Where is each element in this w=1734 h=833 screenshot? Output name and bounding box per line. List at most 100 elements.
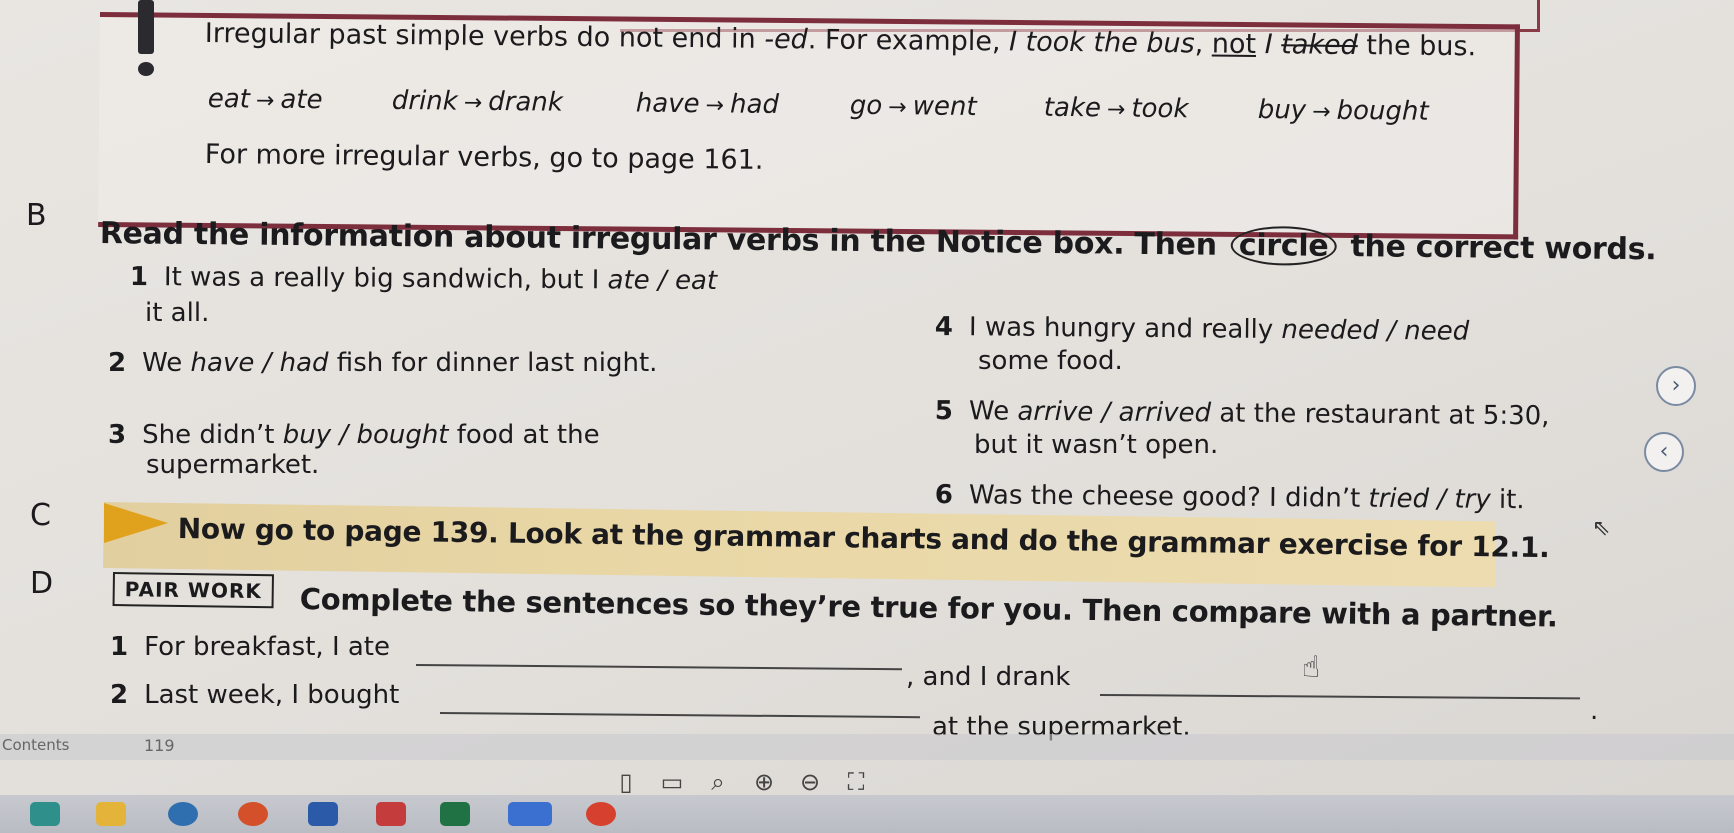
verb-base: eat bbox=[207, 84, 251, 115]
app-icon[interactable] bbox=[508, 802, 552, 826]
item-text-end: it. bbox=[1490, 484, 1525, 516]
exercise-item-6: 6 Was the cheese good? I didn’t tried / t… bbox=[935, 480, 1525, 515]
item-text: We bbox=[142, 348, 191, 378]
verb-base: buy bbox=[1257, 94, 1307, 126]
verb-past: drank bbox=[488, 86, 564, 118]
answer-blank[interactable] bbox=[415, 664, 902, 671]
item-number: 6 bbox=[934, 480, 954, 511]
item-options[interactable]: needed / need bbox=[1281, 315, 1469, 347]
section-b-letter: B bbox=[26, 198, 47, 233]
notice-i-word: I bbox=[1255, 29, 1282, 61]
verb-pair: buy → bought bbox=[1258, 95, 1429, 127]
arrow-icon: → bbox=[255, 88, 275, 114]
item-options[interactable]: buy / bought bbox=[283, 420, 449, 450]
verb-past: had bbox=[729, 89, 780, 120]
notice-example-correct: I took the bus bbox=[1008, 26, 1195, 60]
notice-example-intro: . For example, bbox=[807, 24, 1010, 58]
item-text: For breakfast, I ate bbox=[144, 632, 391, 662]
item-options[interactable]: have / had bbox=[191, 348, 329, 378]
exercise-item-5: 5 We arrive / arrived at the restaurant a… bbox=[935, 396, 1550, 431]
exercise-item-5-cont: but it wasn’t open. bbox=[974, 430, 1219, 460]
exercise-item-3-cont: supermarket. bbox=[146, 450, 320, 480]
hand-cursor-icon: ☝ bbox=[1302, 650, 1321, 685]
verb-past: bought bbox=[1336, 95, 1429, 127]
verb-pair: have → had bbox=[636, 88, 850, 120]
previous-page-button[interactable]: ‹ bbox=[1644, 432, 1684, 472]
pair-work-badge: PAIR WORK bbox=[112, 572, 275, 609]
verb-base: have bbox=[635, 88, 700, 120]
item-text: It was a really big sandwich, but I bbox=[163, 262, 608, 296]
item-number: 2 bbox=[110, 680, 129, 710]
excel-icon[interactable] bbox=[440, 802, 470, 826]
verb-pair: eat → ate bbox=[208, 84, 392, 116]
fit-search-icon[interactable]: ⌕ bbox=[704, 768, 732, 796]
item-text: We bbox=[968, 396, 1018, 427]
app-icon[interactable] bbox=[30, 802, 60, 826]
section-c-letter: C bbox=[30, 498, 51, 533]
two-page-icon[interactable]: ▭ bbox=[658, 768, 686, 796]
notice-rule-text: Irregular past simple verbs do not end i… bbox=[204, 18, 765, 55]
word-icon[interactable] bbox=[308, 802, 338, 826]
sentence-period: . bbox=[1590, 696, 1599, 726]
arrow-icon: → bbox=[705, 93, 725, 119]
verb-base: take bbox=[1043, 92, 1102, 124]
item-number: 1 bbox=[129, 262, 149, 293]
item-text-end: food at the bbox=[448, 420, 600, 450]
arrow-icon: → bbox=[888, 95, 907, 121]
circle-word: circle bbox=[1230, 225, 1337, 266]
item-options[interactable]: tried / try bbox=[1368, 484, 1490, 515]
zoom-out-icon[interactable]: ⊖ bbox=[796, 768, 824, 796]
notice-more-verbs: For more irregular verbs, go to page 161… bbox=[204, 139, 764, 176]
notice-example-end: the bus. bbox=[1357, 30, 1477, 63]
item-number: 3 bbox=[108, 420, 127, 450]
verb-base: drink bbox=[391, 85, 458, 117]
section-d-letter: D bbox=[30, 566, 54, 601]
single-page-icon[interactable]: ▯ bbox=[612, 768, 640, 796]
arrow-icon: → bbox=[1106, 97, 1126, 123]
exercise-item-4: 4 I was hungry and really needed / need bbox=[935, 312, 1470, 347]
notice-comma: , bbox=[1194, 28, 1213, 60]
arrow-icon: → bbox=[463, 90, 483, 116]
verb-past: ate bbox=[280, 84, 323, 116]
item-text: I was hungry and really bbox=[968, 312, 1282, 346]
exercise-item-3: 3 She didn’t buy / bought food at the bbox=[108, 420, 600, 450]
exercise-item-1: 1 It was a really big sandwich, but I ate… bbox=[130, 262, 717, 296]
page-footer-bar bbox=[0, 734, 1734, 760]
notice-wrong-form: taked bbox=[1281, 29, 1358, 62]
exercise-item-1-cont: it all. bbox=[145, 298, 210, 328]
browser-icon[interactable] bbox=[238, 802, 268, 826]
viewer-toolbar: ▯ ▭ ⌕ ⊕ ⊖ ⛶ bbox=[612, 768, 870, 796]
notice-ed-suffix: -ed bbox=[764, 23, 808, 56]
item-number: 4 bbox=[934, 312, 954, 343]
verb-pair: go → went bbox=[850, 91, 1044, 123]
exercise-item-2: 2 We have / had fish for dinner last nigh… bbox=[108, 348, 657, 378]
pointer-cursor-icon: ⇖ bbox=[1592, 516, 1611, 541]
item-text: Was the cheese good? I didn’t bbox=[968, 480, 1369, 514]
powerpoint-icon[interactable] bbox=[376, 802, 406, 826]
arrow-icon: → bbox=[1312, 99, 1331, 125]
exercise-item-4-cont: some food. bbox=[978, 346, 1123, 376]
item-text-end: at the restaurant at 5:30, bbox=[1210, 398, 1550, 432]
verb-pair: drink → drank bbox=[392, 86, 636, 119]
item-options[interactable]: arrive / arrived bbox=[1017, 397, 1211, 429]
chrome-icon[interactable] bbox=[586, 802, 616, 826]
answer-blank[interactable] bbox=[439, 712, 920, 719]
answer-blank[interactable] bbox=[1099, 694, 1580, 700]
verb-base: go bbox=[849, 90, 883, 122]
sentence-item-1: 1 For breakfast, I ate bbox=[110, 632, 390, 662]
item-text: Last week, I bought bbox=[144, 680, 400, 710]
item-text: She didn’t bbox=[142, 420, 283, 450]
item-number: 2 bbox=[108, 348, 127, 378]
browser-icon[interactable] bbox=[168, 802, 198, 826]
sentence-item-1-mid: , and I drank bbox=[906, 662, 1071, 692]
notice-not-word: not bbox=[1211, 28, 1257, 61]
contents-link[interactable]: Contents bbox=[2, 736, 69, 754]
instruction-text-end: the correct words. bbox=[1340, 228, 1657, 268]
folder-icon[interactable] bbox=[96, 802, 126, 826]
item-options[interactable]: ate / eat bbox=[607, 265, 717, 296]
fullscreen-icon[interactable]: ⛶ bbox=[842, 768, 870, 796]
exclamation-icon bbox=[138, 0, 154, 76]
next-page-button[interactable]: › bbox=[1656, 366, 1696, 406]
zoom-in-icon[interactable]: ⊕ bbox=[750, 768, 778, 796]
section-d-instruction: Complete the sentences so they’re true f… bbox=[299, 582, 1558, 634]
